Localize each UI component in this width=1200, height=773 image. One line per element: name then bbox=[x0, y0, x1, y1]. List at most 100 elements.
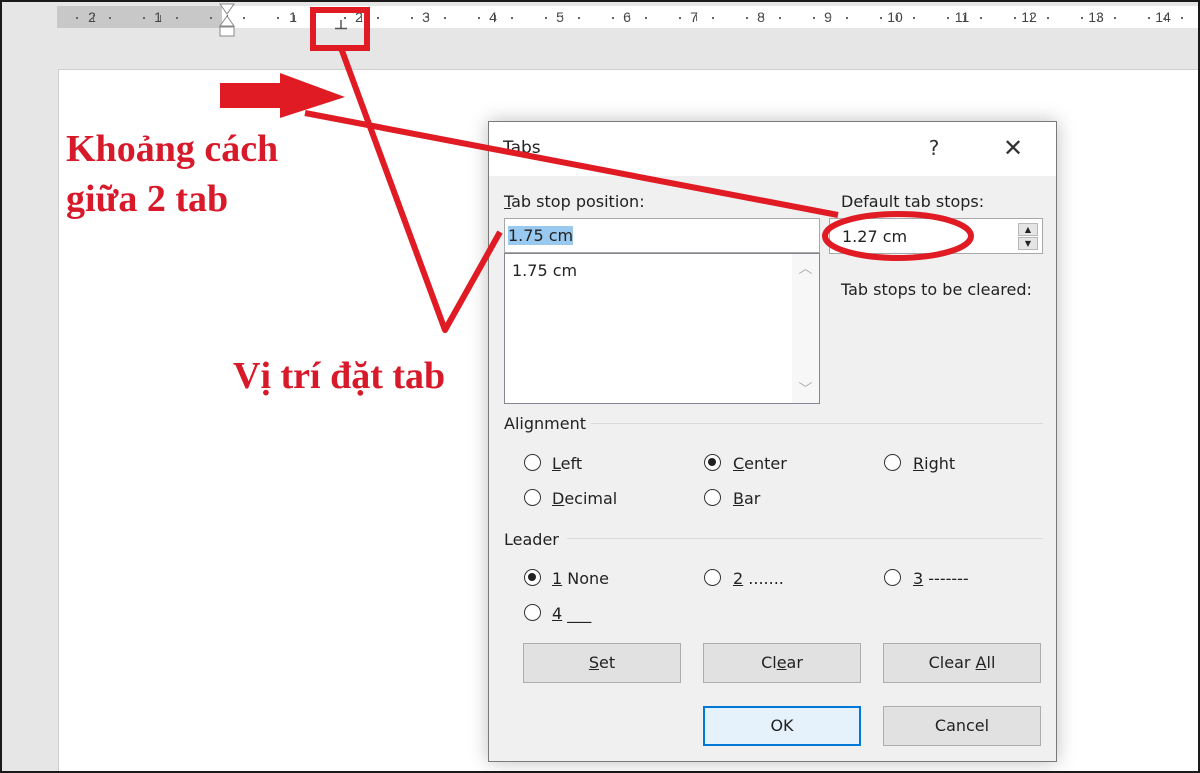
ruler-label: 11 bbox=[954, 9, 970, 25]
list-scrollbar[interactable]: ︿ ﹀ bbox=[792, 254, 819, 403]
ruler-tick bbox=[830, 15, 831, 21]
alignment-right-radio[interactable] bbox=[884, 454, 901, 471]
ruler-tick bbox=[578, 17, 580, 19]
ruler-tick bbox=[76, 17, 78, 19]
ruler-tick bbox=[210, 17, 212, 19]
ruler-tick bbox=[1098, 15, 1099, 21]
alignment-group-label: Alignment bbox=[504, 414, 586, 433]
group-divider bbox=[591, 423, 1043, 424]
ruler-tick bbox=[310, 17, 312, 19]
spin-up-button[interactable]: ▲ bbox=[1018, 223, 1038, 236]
indent-marker-icon[interactable] bbox=[218, 2, 236, 42]
alignment-left-label[interactable]: Left bbox=[552, 454, 582, 473]
label-text: eft bbox=[560, 454, 583, 473]
ruler-tick bbox=[1114, 17, 1116, 19]
leader-group-label: Leader bbox=[504, 530, 559, 549]
ruler-tick bbox=[1047, 17, 1049, 19]
accelerator-key: 2 bbox=[733, 569, 744, 588]
set-button[interactable]: Set bbox=[523, 643, 681, 683]
tab-stop-position-input[interactable]: 1.75 cm bbox=[504, 218, 820, 253]
ruler-tick bbox=[980, 17, 982, 19]
ruler-tick bbox=[478, 17, 480, 19]
ruler-tick bbox=[629, 15, 630, 21]
ruler-tick bbox=[495, 15, 496, 21]
center-tab-stop-icon[interactable] bbox=[335, 20, 347, 30]
tab-stop-position-value: 1.75 cm bbox=[508, 226, 574, 245]
alignment-bar-radio[interactable] bbox=[704, 489, 721, 506]
label-text: ab stop position: bbox=[511, 192, 645, 211]
ruler-tick bbox=[947, 17, 949, 19]
ruler-tick bbox=[1148, 17, 1150, 19]
leader-dashes-label[interactable]: 3 ------- bbox=[913, 569, 969, 588]
label-text: ight bbox=[924, 454, 956, 473]
label-text: et bbox=[599, 653, 616, 672]
accelerator-key: R bbox=[913, 454, 925, 473]
ok-button[interactable]: OK bbox=[703, 706, 861, 746]
ruler-tick bbox=[109, 17, 111, 19]
leader-dashes-radio[interactable] bbox=[884, 569, 901, 586]
leader-dots-label[interactable]: 2 ....... bbox=[733, 569, 784, 588]
cancel-button[interactable]: Cancel bbox=[883, 706, 1041, 746]
label-text: enter bbox=[744, 454, 787, 473]
tab-stop-position-label: Tab stop position: bbox=[504, 192, 645, 211]
ruler-tick bbox=[846, 17, 848, 19]
ruler-tick bbox=[696, 15, 697, 21]
clear-all-button[interactable]: Clear All bbox=[883, 643, 1041, 683]
close-button[interactable]: ✕ bbox=[997, 132, 1029, 164]
annotation-tab-position: Vị trí đặt tab bbox=[233, 355, 446, 397]
alignment-center-label[interactable]: Center bbox=[733, 454, 787, 473]
alignment-center-radio[interactable] bbox=[704, 454, 721, 471]
default-tab-stops-label: Default tab stops: bbox=[841, 192, 985, 211]
accelerator-key: S bbox=[588, 653, 600, 672]
leader-none-radio[interactable] bbox=[524, 569, 541, 586]
dialog-titlebar[interactable]: Tabs ? ✕ bbox=[489, 122, 1056, 176]
alignment-decimal-label[interactable]: Decimal bbox=[552, 489, 617, 508]
accelerator-key: 4 bbox=[552, 604, 563, 623]
tab-stop-list[interactable]: 1.75 cm ︿ ﹀ bbox=[504, 253, 820, 404]
help-button[interactable]: ? bbox=[919, 134, 949, 162]
label-text: ar bbox=[786, 653, 803, 672]
accelerator-key: e bbox=[776, 653, 787, 672]
ruler-tick bbox=[763, 15, 764, 21]
ruler-tick bbox=[612, 17, 614, 19]
group-divider bbox=[567, 538, 1043, 539]
ruler-tick bbox=[160, 15, 161, 21]
label-text: ------- bbox=[923, 569, 969, 588]
default-tab-stops-value: 1.27 cm bbox=[842, 227, 908, 246]
ruler-tick bbox=[428, 15, 429, 21]
label-text: Clear bbox=[928, 653, 976, 672]
spin-down-button[interactable]: ▼ bbox=[1018, 237, 1038, 250]
leader-dots-radio[interactable] bbox=[704, 569, 721, 586]
accelerator-key: B bbox=[733, 489, 744, 508]
scroll-down-icon[interactable]: ﹀ bbox=[792, 379, 819, 399]
label-text: Cl bbox=[761, 653, 777, 672]
leader-underline-radio[interactable] bbox=[524, 604, 541, 621]
accelerator-key: D bbox=[552, 489, 565, 508]
scroll-up-icon[interactable]: ︿ bbox=[792, 258, 819, 278]
accelerator-key: 1 bbox=[552, 569, 563, 588]
tabs-dialog: Tabs ? ✕ Tab stop position: 1.75 cm 1.75… bbox=[488, 121, 1057, 762]
list-item[interactable]: 1.75 cm bbox=[512, 261, 577, 280]
ruler-tick bbox=[645, 17, 647, 19]
leader-none-label[interactable]: 1 None bbox=[552, 569, 609, 588]
dialog-title: Tabs bbox=[503, 138, 541, 158]
ruler-tick bbox=[143, 17, 145, 19]
leader-underline-label[interactable]: 4 ___ bbox=[552, 604, 591, 623]
clear-button[interactable]: Clear bbox=[703, 643, 861, 683]
alignment-right-label[interactable]: Right bbox=[913, 454, 955, 473]
ruler-label: 2 bbox=[88, 9, 96, 25]
default-tab-stops-input[interactable]: 1.27 cm ▲ ▼ bbox=[829, 218, 1043, 254]
ruler-tick bbox=[1165, 15, 1166, 21]
ruler-label: 10 bbox=[887, 9, 903, 25]
ruler-tick bbox=[964, 15, 965, 21]
ruler-tick bbox=[361, 15, 362, 21]
ruler-label: 12 bbox=[1021, 9, 1037, 25]
label-text: ll bbox=[986, 653, 996, 672]
ruler-tick bbox=[880, 17, 882, 19]
alignment-decimal-radio[interactable] bbox=[524, 489, 541, 506]
ruler-tick bbox=[562, 15, 563, 21]
ruler-tick bbox=[1014, 17, 1016, 19]
alignment-left-radio[interactable] bbox=[524, 454, 541, 471]
accelerator-key: C bbox=[733, 454, 745, 473]
alignment-bar-label[interactable]: Bar bbox=[733, 489, 760, 508]
